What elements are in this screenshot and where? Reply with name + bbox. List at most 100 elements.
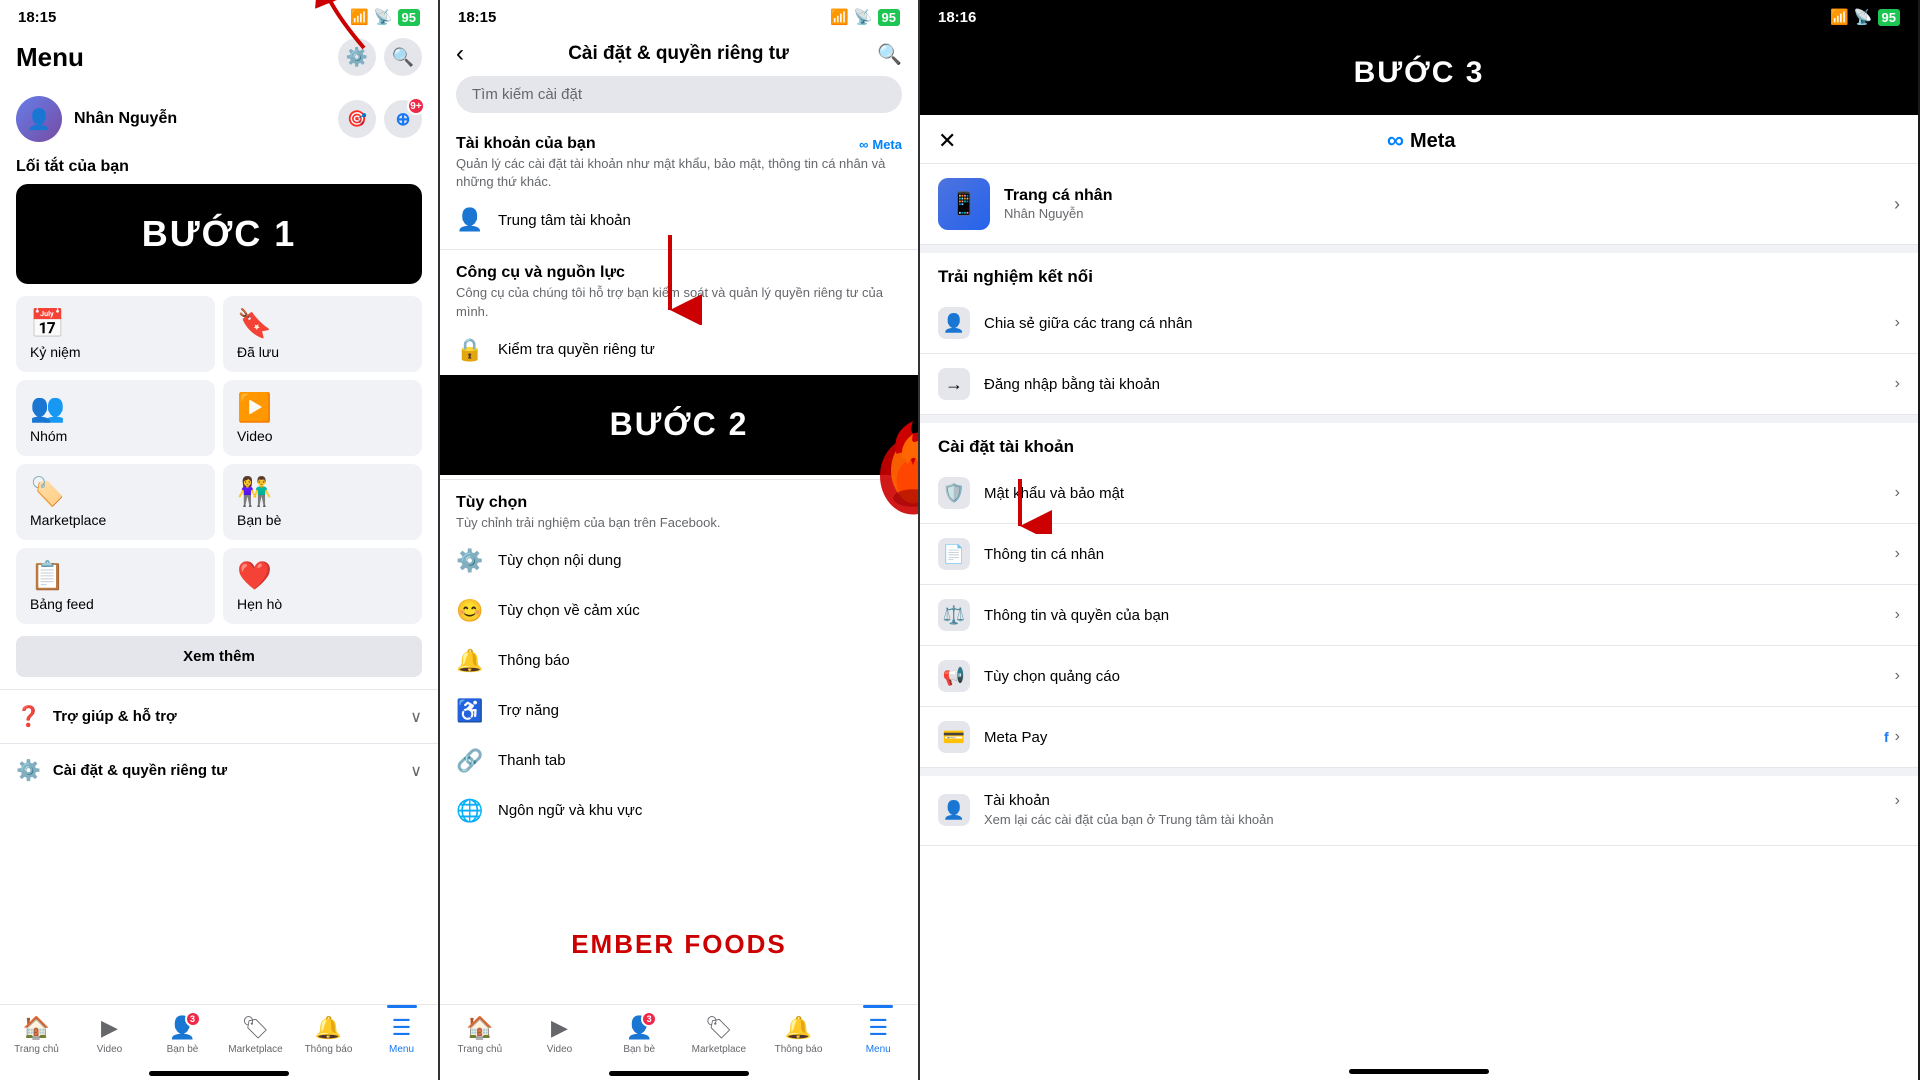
menu-item-groups[interactable]: 👥 Nhóm — [16, 380, 215, 456]
search-bar-2[interactable]: Tìm kiếm cài đặt — [456, 76, 902, 113]
menu-item-feed[interactable]: 📋 Bảng feed — [16, 548, 215, 624]
friends-label: Bạn bè — [237, 512, 408, 528]
nav-home-1[interactable]: 🏠 Trang chủ — [0, 1013, 73, 1061]
emotion-options[interactable]: 😊 Tùy chọn về cảm xúc — [440, 586, 918, 636]
profile-row[interactable]: 👤 Nhân Nguyễn 🎯 ⊕ 9+ — [0, 88, 438, 154]
step-banner-1: BƯỚC 1 — [16, 184, 422, 284]
signal-icon-3: 📶 — [1830, 8, 1849, 26]
language-settings[interactable]: 🌐 Ngôn ngữ và khu vực — [440, 786, 918, 836]
step-text-3: BƯỚC 3 — [1354, 56, 1485, 90]
friends-nav-badge: 3 — [185, 1011, 201, 1027]
groups-label: Nhóm — [30, 428, 201, 444]
meta-pay[interactable]: 💳 Meta Pay f › — [920, 707, 1918, 768]
menu-nav-label-2: Menu — [866, 1044, 891, 1055]
bottom-nav-2: 🏠 Trang chủ ▶ Video 3 👤 Bạn bè 🏷 Marketp… — [440, 1004, 918, 1065]
share-profiles[interactable]: 👤 Chia sẻ giữa các trang cá nhân › — [920, 293, 1918, 354]
nav-menu-1[interactable]: ☰ Menu — [365, 1013, 438, 1061]
settings-button[interactable]: ⚙️ — [338, 38, 376, 76]
video-nav-icon-2: ▶ — [551, 1015, 568, 1041]
header-icons-1: ⚙️ 🔍 — [338, 38, 422, 76]
battery-1: 95 — [398, 9, 420, 26]
ad-prefs-chevron: › — [1895, 667, 1900, 685]
info-rights-label: Thông tin và quyền của bạn — [984, 607, 1881, 624]
wifi-icon-3: 📡 — [1854, 8, 1873, 26]
back-button-2[interactable]: ‹ — [456, 40, 464, 68]
battery-3: 95 — [1878, 9, 1900, 26]
bottom-nav-1: 🏠 Trang chủ ▶ Video 3 👤 Bạn bè 🏷 Marketp… — [0, 1004, 438, 1065]
content-options[interactable]: ⚙️ Tùy chọn nội dung — [440, 536, 918, 586]
step-banner-2: BƯỚC 2 — [440, 375, 918, 475]
info-rights[interactable]: ⚖️ Thông tin và quyền của bạn › — [920, 585, 1918, 646]
notifications-settings[interactable]: 🔔 Thông báo — [440, 636, 918, 686]
divider-2 — [440, 479, 918, 480]
nav-marketplace-1[interactable]: 🏷 Marketplace — [219, 1013, 292, 1061]
p2-title: Cài đặt & quyền riêng tư — [480, 43, 877, 65]
password-security[interactable]: 🛡️ Mật khẩu và bảo mật › — [920, 463, 1918, 524]
dating-icon: ❤️ — [237, 562, 408, 590]
account-item-icon: 👤 — [938, 794, 970, 826]
menu-item-marketplace[interactable]: 🏷️ Marketplace — [16, 464, 215, 540]
account-item-label: Tài khoản — [984, 792, 1881, 809]
login-with-account[interactable]: → Đăng nhập bằng tài khoản › — [920, 354, 1918, 415]
nav-menu-2[interactable]: ☰ Menu — [838, 1013, 918, 1061]
home-nav-label-2: Trang chủ — [458, 1044, 503, 1055]
profile-item-3[interactable]: 📱 Trang cá nhân Nhân Nguyễn › — [920, 164, 1918, 245]
marketplace-nav-icon: 🏷 — [242, 1015, 270, 1041]
more-button[interactable]: Xem thêm — [16, 636, 422, 677]
nav-friends-1[interactable]: 3 👤 Bạn bè — [146, 1013, 219, 1061]
nav-notifications-2[interactable]: 🔔 Thông báo — [759, 1013, 839, 1061]
marketplace-nav-label-2: Marketplace — [692, 1044, 746, 1055]
friends-icon: 👫 — [237, 478, 408, 506]
nav-friends-2[interactable]: 3 👤 Bạn bè — [599, 1013, 679, 1061]
close-button-3[interactable]: ✕ — [938, 128, 956, 154]
nav-home-2[interactable]: 🏠 Trang chủ — [440, 1013, 520, 1061]
story-button[interactable]: 🎯 — [338, 100, 376, 138]
nav-video-2[interactable]: ▶ Video — [520, 1013, 600, 1061]
help-accordion[interactable]: ❓ Trợ giúp & hỗ trợ ∨ — [0, 689, 438, 743]
signal-icon-2: 📶 — [830, 8, 849, 26]
tab-bar-settings[interactable]: 🔗 Thanh tab — [440, 736, 918, 786]
search-button-1[interactable]: 🔍 — [384, 38, 422, 76]
status-icons-2: 📶 📡 95 — [830, 8, 900, 26]
ad-preferences[interactable]: 📢 Tùy chọn quảng cáo › — [920, 646, 1918, 707]
account-section-title: Cài đặt tài khoản — [920, 423, 1918, 463]
menu-item-kyniemm[interactable]: 📅 Kỷ niệm — [16, 296, 215, 372]
nav-notifications-1[interactable]: 🔔 Thông báo — [292, 1013, 365, 1061]
account-desc: Quản lý các cài đặt tài khoản như mật kh… — [456, 155, 902, 191]
privacy-icon: 🔒 — [456, 337, 484, 363]
marketplace-nav-label: Marketplace — [228, 1044, 282, 1055]
privacy-check[interactable]: 🔒 Kiểm tra quyền riêng tư — [440, 325, 918, 375]
user-avatar: 👤 — [16, 96, 62, 142]
menu-nav-label: Menu — [389, 1044, 414, 1055]
p3-profile-info: Trang cá nhân Nhân Nguyễn — [1004, 187, 1880, 221]
accessibility-settings[interactable]: ♿ Trợ năng — [440, 686, 918, 736]
user-name: Nhân Nguyễn — [74, 110, 177, 128]
privacy-label: Kiểm tra quyền riêng tư — [498, 341, 655, 358]
menu-item-saved[interactable]: 🔖 Đã lưu — [223, 296, 422, 372]
fb-badge-icon: f — [1884, 729, 1889, 745]
menu-nav-icon: ☰ — [392, 1015, 412, 1041]
search-button-2[interactable]: 🔍 — [877, 42, 902, 67]
settings-account-center[interactable]: 👤 Trung tâm tài khoản — [440, 195, 918, 245]
account-title: Tài khoản của bạn — [456, 135, 596, 153]
app-header-1: Menu ⚙️ 🔍 — [0, 30, 438, 88]
ad-prefs-icon: 📢 — [938, 660, 970, 692]
menu-item-video[interactable]: ▶️ Video — [223, 380, 422, 456]
settings-accordion[interactable]: ⚙️ Cài đặt & quyền riêng tư ∨ — [0, 743, 438, 797]
help-label: Trợ giúp & hỗ trợ — [53, 708, 177, 725]
account-item-desc: Xem lại các cài đặt của bạn ở Trung tâm … — [984, 811, 1881, 829]
menu-item-dating[interactable]: ❤️ Hẹn hò — [223, 548, 422, 624]
notification-dot[interactable]: ⊕ 9+ — [384, 100, 422, 138]
menu-item-friends[interactable]: 👫 Bạn bè — [223, 464, 422, 540]
options-desc: Tùy chỉnh trải nghiệm của bạn trên Faceb… — [456, 514, 902, 532]
personal-info[interactable]: 📄 Thông tin cá nhân › — [920, 524, 1918, 585]
info-rights-icon: ⚖️ — [938, 599, 970, 631]
notifications-nav-label-2: Thông báo — [775, 1044, 823, 1055]
nav-video-1[interactable]: ▶ Video — [73, 1013, 146, 1061]
account-item[interactable]: 👤 Tài khoản Xem lại các cài đặt của bạn … — [920, 776, 1918, 846]
emotion-label: Tùy chọn về cảm xúc — [498, 602, 640, 619]
battery-2: 95 — [878, 9, 900, 26]
nav-marketplace-2[interactable]: 🏷 Marketplace — [679, 1013, 759, 1061]
notifications-nav-label: Thông báo — [305, 1044, 353, 1055]
marketplace-label: Marketplace — [30, 512, 201, 528]
